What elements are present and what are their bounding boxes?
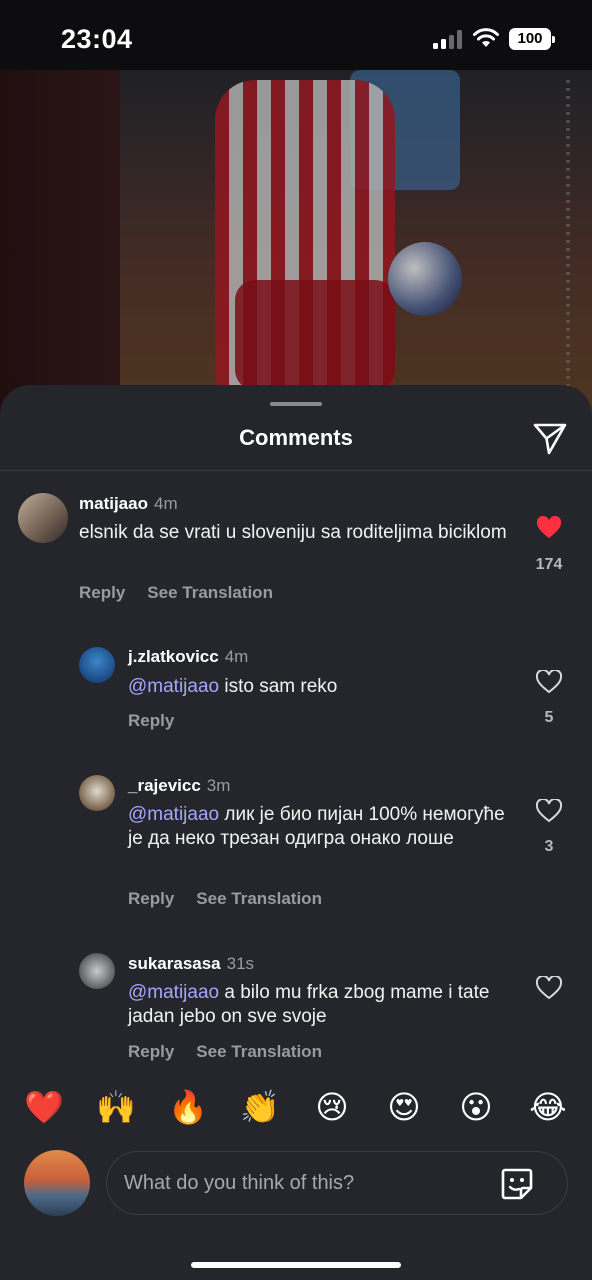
- comment-time: 4m: [224, 647, 249, 666]
- comment-text: elsnik da se vrati u sloveniju sa rodite…: [79, 522, 507, 543]
- sheet-grabber[interactable]: [270, 402, 322, 406]
- comment-username[interactable]: j.zlatkovicc 4m: [128, 647, 248, 667]
- emoji-bar: ❤️ 🙌 🔥 👏 😢 😍 😮 😂: [0, 1085, 592, 1129]
- emoji-surprised[interactable]: 😮: [454, 1085, 498, 1129]
- comment-text: @matijaao isto sam reko: [128, 676, 338, 697]
- like-count: 3: [544, 838, 554, 855]
- comment-time: 31s: [226, 954, 255, 973]
- heart-icon[interactable]: [536, 516, 562, 540]
- post-image: [0, 70, 592, 430]
- comment-input[interactable]: What do you think of this?: [106, 1151, 568, 1215]
- comments-sheet: Comments matijaao 4m elsnik da se vrati u…: [0, 385, 592, 1280]
- like-count: 5: [544, 709, 554, 726]
- emoji-heart[interactable]: ❤️: [22, 1085, 66, 1129]
- emoji-raised-hands[interactable]: 🙌: [94, 1085, 138, 1129]
- comment-text: @matijaao a bilo mu frka zbog mame i tat…: [128, 982, 490, 1027]
- signal-icon: [433, 29, 463, 49]
- mention-link[interactable]: @matijaao: [128, 982, 219, 1003]
- wifi-icon: [473, 28, 499, 47]
- like-count: 174: [535, 556, 563, 573]
- see-translation-button[interactable]: See Translation: [196, 1042, 322, 1061]
- comment-username[interactable]: sukarasasa 31s: [128, 954, 254, 974]
- emoji-crying[interactable]: 😢: [310, 1085, 354, 1129]
- share-icon[interactable]: [531, 419, 569, 457]
- heart-icon[interactable]: [536, 799, 562, 823]
- emoji-heart-eyes[interactable]: 😍: [382, 1085, 426, 1129]
- reply-button[interactable]: Reply: [128, 1042, 174, 1061]
- reply-button[interactable]: Reply: [128, 711, 174, 730]
- sheet-title: Comments: [239, 425, 353, 450]
- emoji-laughing[interactable]: 😂: [526, 1085, 570, 1129]
- divider: [0, 470, 592, 471]
- reply-button[interactable]: Reply: [128, 889, 174, 908]
- mention-link[interactable]: @matijaao: [128, 676, 219, 697]
- see-translation-button[interactable]: See Translation: [147, 583, 273, 602]
- status-bar: 23:04 100: [0, 0, 592, 70]
- mention-link[interactable]: @matijaao: [128, 804, 219, 825]
- comment-text: @matijaao лик је био пијан 100% немогуће…: [128, 804, 505, 849]
- avatar[interactable]: [79, 775, 115, 811]
- battery-level: 100: [517, 30, 543, 47]
- comment-input-placeholder: What do you think of this?: [124, 1172, 355, 1194]
- heart-icon[interactable]: [536, 670, 562, 694]
- avatar[interactable]: [18, 493, 68, 543]
- avatar[interactable]: [79, 953, 115, 989]
- heart-icon[interactable]: [536, 976, 562, 1000]
- comment-username[interactable]: _rajevicc 3m: [128, 776, 230, 796]
- home-indicator[interactable]: [191, 1262, 401, 1268]
- battery-icon: 100: [509, 28, 555, 50]
- my-avatar: [24, 1150, 90, 1216]
- comment-time: 4m: [153, 494, 178, 513]
- see-translation-button[interactable]: See Translation: [196, 889, 322, 908]
- reply-button[interactable]: Reply: [79, 583, 125, 602]
- emoji-clapping[interactable]: 👏: [238, 1085, 282, 1129]
- avatar[interactable]: [79, 647, 115, 683]
- comment-time: 3m: [206, 776, 231, 795]
- status-time: 23:04: [61, 24, 133, 54]
- emoji-fire[interactable]: 🔥: [166, 1085, 210, 1129]
- sticker-icon[interactable]: [499, 1166, 535, 1202]
- comment-username[interactable]: matijaao 4m: [79, 494, 178, 514]
